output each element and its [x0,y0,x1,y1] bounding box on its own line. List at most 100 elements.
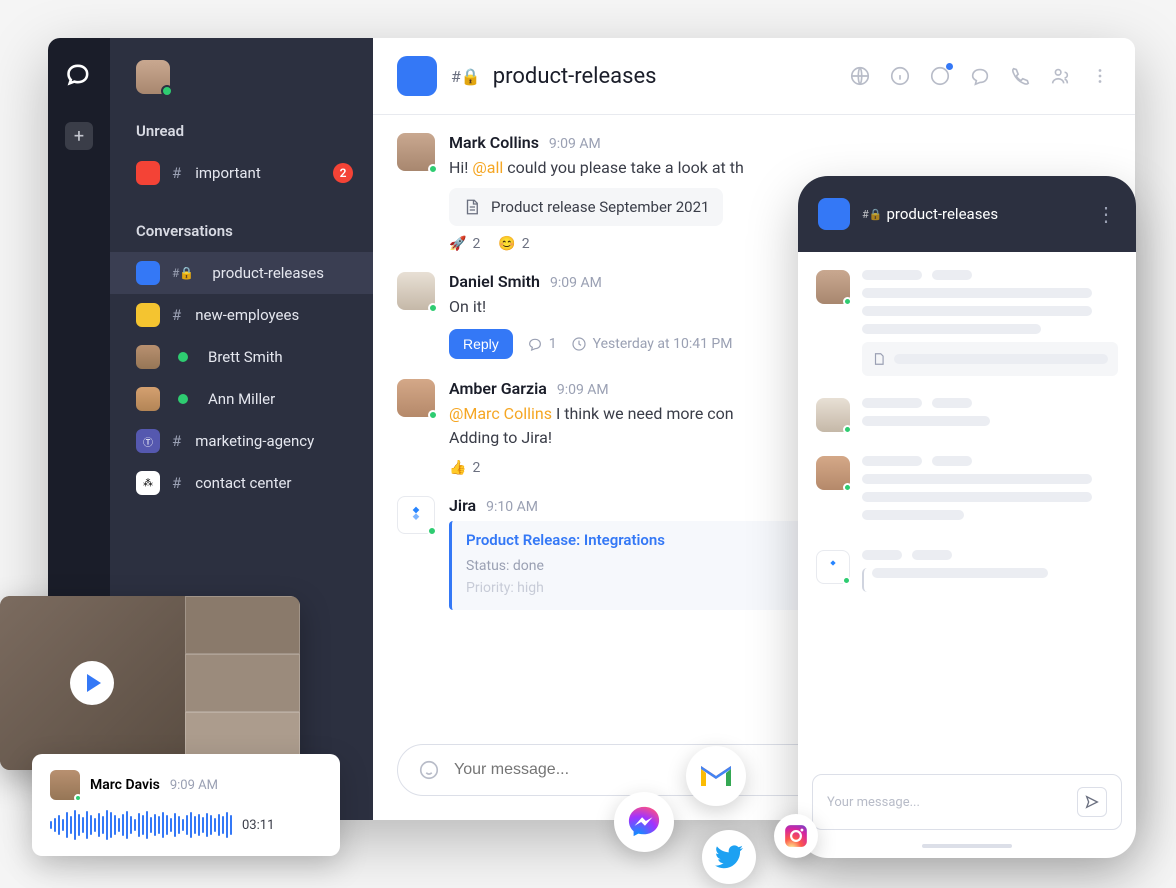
mobile-channel-title: #🔒product-releases [862,205,1084,223]
sidebar-section-conversations: Conversations [110,194,373,252]
teams-icon: Ⓣ [136,429,160,453]
unread-badge: 2 [333,163,353,183]
instagram-icon[interactable] [774,814,818,858]
reply-count[interactable]: 1 [527,336,557,352]
gmail-icon[interactable] [686,746,746,806]
reply-button[interactable]: Reply [449,329,513,359]
video-main-participant [0,596,185,770]
mobile-message-list[interactable] [798,252,1136,760]
sidebar-item-marketing-agency[interactable]: Ⓣ # marketing-agency [110,420,373,462]
mention[interactable]: @Marc Collins [449,404,552,423]
globe-icon[interactable] [849,65,871,87]
dm-avatar [136,387,160,411]
voice-duration: 03:11 [242,818,274,833]
waveform[interactable] [50,810,232,840]
sidebar-item-important[interactable]: # important 2 [110,152,373,194]
comment-icon [527,336,543,352]
presence-dot [178,394,188,404]
clock-icon [571,336,587,352]
hash-icon: # [172,306,181,324]
jira-avatar-icon[interactable] [397,496,435,534]
channel-name: marketing-agency [195,432,314,450]
header-actions [849,65,1111,87]
message-time: 9:09 AM [557,382,609,398]
message-time: 9:10 AM [486,499,538,515]
attachment[interactable]: Product release September 2021 [449,188,723,226]
attachment-name: Product release September 2021 [491,198,709,216]
message-avatar[interactable] [397,272,435,310]
user-avatar[interactable] [136,60,170,94]
mobile-message-input[interactable]: Your message... [827,795,1067,810]
channel-color-icon [136,261,160,285]
channel-color-icon [136,161,160,185]
presence-indicator [161,85,173,97]
channel-name: new-employees [195,306,299,324]
slack-icon: ⁂ [136,471,160,495]
reaction[interactable]: 😊2 [498,236,529,252]
twitter-icon[interactable] [702,830,756,884]
message-avatar[interactable] [397,133,435,171]
message-avatar [816,270,850,304]
mobile-composer[interactable]: Your message... [812,774,1122,830]
hash-icon: # [172,474,181,492]
channel-name: contact center [195,474,291,492]
notification-dot [946,63,953,70]
voice-message-card[interactable]: Marc Davis 9:09 AM 03:11 [32,754,340,856]
channel-color-icon [136,303,160,327]
phone-icon[interactable] [1009,65,1031,87]
sidebar-item-brett-smith[interactable]: Brett Smith [110,336,373,378]
channel-name: product-releases [212,264,324,282]
reaction[interactable]: 👍2 [449,460,480,476]
channel-avatar-icon [397,56,437,96]
sidebar-item-ann-miller[interactable]: Ann Miller [110,378,373,420]
dm-avatar [136,345,160,369]
channel-title: #🔒 product-releases [451,64,657,89]
voice-author: Marc Davis [90,777,160,793]
play-button[interactable] [70,661,114,705]
message-author[interactable]: Daniel Smith [449,272,540,291]
mention[interactable]: @all [472,158,503,177]
message-avatar[interactable] [397,379,435,417]
video-participant-tile [185,596,300,654]
channel-name: important [195,164,261,182]
sidebar-item-contact-center[interactable]: ⁂ # contact center [110,462,373,504]
kebab-icon[interactable] [1089,65,1111,87]
channel-avatar-icon [818,198,850,230]
reaction[interactable]: 🚀2 [449,236,480,252]
dm-name: Brett Smith [208,348,283,366]
document-icon [463,198,481,216]
message-author[interactable]: Jira [449,496,476,515]
voice-author-avatar [50,770,80,800]
hash-icon: # [172,164,181,182]
hash-icon: # [172,432,181,450]
mobile-preview: #🔒product-releases ⋮ Your message... [798,176,1136,858]
message-avatar [816,398,850,432]
kebab-icon[interactable]: ⋮ [1096,202,1116,226]
hash-lock-icon: #🔒 [172,266,194,280]
dm-name: Ann Miller [208,390,275,408]
emoji-icon[interactable] [418,759,440,781]
sidebar-section-unread: Unread [110,94,373,152]
sidebar-item-new-employees[interactable]: # new-employees [110,294,373,336]
video-call-preview[interactable] [0,596,300,770]
thread-icon[interactable] [969,65,991,87]
sidebar-item-product-releases[interactable]: #🔒 product-releases [110,252,373,294]
reply-timestamp: Yesterday at 10:41 PM [571,336,733,352]
app-logo-icon[interactable] [65,60,93,88]
message-author[interactable]: Mark Collins [449,133,539,152]
mobile-header: #🔒product-releases ⋮ [798,176,1136,252]
jira-icon [406,505,426,525]
members-icon[interactable] [1049,65,1071,87]
info-icon[interactable] [889,65,911,87]
messenger-icon[interactable] [614,792,674,852]
message-avatar [816,456,850,490]
send-button[interactable] [1077,787,1107,817]
message-time: 9:09 AM [550,275,602,291]
channel-name: product-releases [493,64,657,89]
discussion-icon[interactable] [929,65,951,87]
channel-header: #🔒 product-releases [373,38,1135,115]
message-author[interactable]: Amber Garzia [449,379,547,398]
add-workspace-button[interactable]: + [65,122,93,150]
message-time: 9:09 AM [549,136,601,152]
hash-lock-icon: #🔒 [451,67,481,86]
